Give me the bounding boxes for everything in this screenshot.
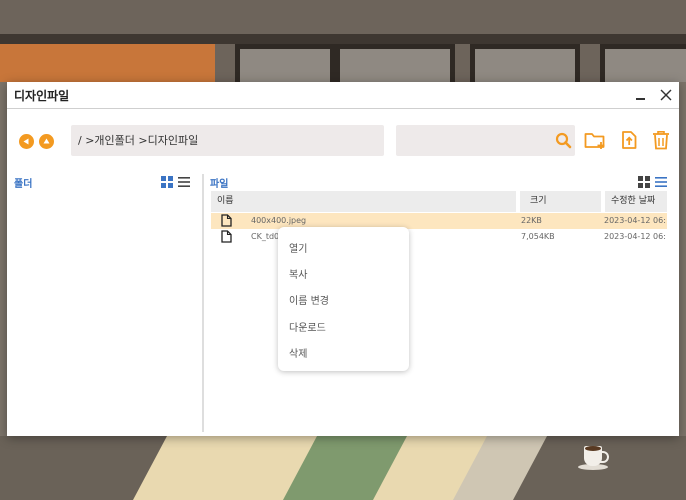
file-size: 22KB bbox=[521, 216, 542, 225]
file-pane-label: 파일 bbox=[210, 179, 229, 190]
new-folder-icon[interactable] bbox=[584, 130, 606, 150]
list-view-icon[interactable] bbox=[655, 176, 667, 188]
grid-view-icon[interactable] bbox=[161, 176, 173, 188]
pane-divider[interactable] bbox=[202, 174, 204, 432]
window-title: 디자인파일 bbox=[14, 89, 70, 103]
menu-item-rename[interactable]: 이름 변경 bbox=[289, 292, 329, 307]
menu-item-open[interactable]: 열기 bbox=[289, 240, 307, 255]
file-size: 7,054KB bbox=[521, 232, 555, 241]
close-icon bbox=[660, 89, 672, 101]
file-icon bbox=[221, 214, 232, 227]
back-icon bbox=[23, 138, 29, 145]
table-row[interactable]: 400x400.jpeg 22KB 2023-04-12 06:··· bbox=[211, 213, 667, 229]
close-button[interactable] bbox=[656, 85, 676, 105]
up-button[interactable] bbox=[39, 134, 54, 149]
column-header-name[interactable]: 이름 bbox=[211, 191, 516, 212]
search-box bbox=[396, 125, 575, 156]
back-button[interactable] bbox=[19, 134, 34, 149]
path-breadcrumb[interactable]: / >개인폴더 >디자인파일 bbox=[71, 125, 384, 156]
file-date: 2023-04-12 06:··· bbox=[604, 216, 666, 225]
grid-view-icon[interactable] bbox=[638, 176, 650, 188]
list-view-icon[interactable] bbox=[178, 176, 190, 188]
menu-item-delete[interactable]: 삭제 bbox=[289, 345, 307, 360]
column-header-date[interactable]: 수정한 날짜 bbox=[605, 191, 667, 212]
menu-item-download[interactable]: 다운로드 bbox=[289, 319, 326, 334]
title-divider bbox=[7, 108, 679, 109]
menu-item-copy[interactable]: 복사 bbox=[289, 266, 307, 281]
file-icon bbox=[221, 230, 232, 243]
column-header-size[interactable]: 크기 bbox=[520, 191, 601, 212]
context-menu: 열기 복사 이름 변경 다운로드 삭제 bbox=[278, 227, 409, 371]
trash-icon[interactable] bbox=[652, 130, 670, 150]
folder-pane-label: 폴더 bbox=[14, 179, 33, 190]
upload-icon[interactable] bbox=[620, 130, 638, 150]
search-input[interactable] bbox=[402, 131, 546, 152]
search-icon[interactable] bbox=[555, 132, 572, 149]
up-icon bbox=[43, 138, 50, 144]
title-bar: 디자인파일 bbox=[7, 82, 679, 108]
minimize-button[interactable] bbox=[631, 85, 651, 105]
file-date: 2023-04-12 06:··· bbox=[604, 232, 666, 241]
file-name: CK_td0 bbox=[251, 232, 280, 241]
